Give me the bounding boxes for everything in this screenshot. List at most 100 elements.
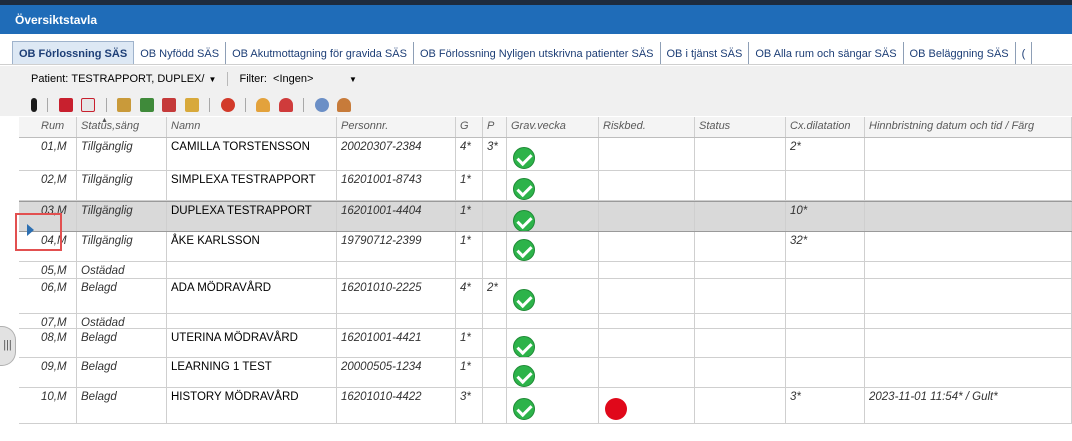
tab-3[interactable]: OB Förlossning Nyligen utskrivna patient… bbox=[414, 42, 661, 64]
cell-g: 3* bbox=[456, 388, 483, 423]
tab-0[interactable]: OB Förlossning SÄS bbox=[12, 41, 135, 64]
cell-cx: 10* bbox=[786, 202, 865, 231]
cell-hinn bbox=[865, 171, 1072, 200]
cell-rum: 10,M bbox=[19, 388, 77, 423]
calendar-icon[interactable] bbox=[58, 97, 73, 112]
table-row[interactable]: 02,M Tillgänglig SIMPLEXA TESTRAPPORT 16201… bbox=[19, 171, 1072, 201]
column-header-g[interactable]: G bbox=[456, 117, 483, 137]
cell-p: 2* bbox=[483, 279, 507, 313]
table-row[interactable]: 03,M Tillgänglig DUPLEXA TESTRAPPORT 162010… bbox=[19, 201, 1072, 232]
patient-dropdown[interactable]: TESTRAPPORT, DUPLEX/▼ bbox=[71, 73, 216, 85]
table-row[interactable]: 05,M Ostädad bbox=[19, 262, 1072, 279]
column-header-st[interactable]: Status bbox=[695, 117, 786, 137]
cell-risk bbox=[599, 138, 695, 170]
cell-namn bbox=[167, 314, 337, 328]
check-icon bbox=[513, 239, 535, 261]
cell-g: 4* bbox=[456, 138, 483, 170]
filter-dropdown[interactable]: <Ingen> ▼ bbox=[273, 73, 357, 85]
cell-status: Belagd bbox=[77, 329, 167, 357]
filter-bar: Patient: TESTRAPPORT, DUPLEX/▼ Filter: <… bbox=[0, 66, 1072, 92]
cell-g bbox=[456, 314, 483, 328]
column-header-risk[interactable]: Riskbed. bbox=[599, 117, 695, 137]
cell-risk bbox=[599, 358, 695, 387]
table-row[interactable]: 07,M Ostädad bbox=[19, 314, 1072, 329]
cell-cx bbox=[786, 279, 865, 313]
column-header-namn[interactable]: Namn bbox=[167, 117, 337, 137]
tab-6[interactable]: OB Beläggning SÄS bbox=[904, 42, 1016, 64]
cell-grav bbox=[507, 202, 599, 231]
tab-1[interactable]: OB Nyfödd SÄS bbox=[134, 42, 227, 64]
column-header-hinn[interactable]: Hinnbristning datum och tid / Färg bbox=[865, 117, 1072, 137]
column-header-rum[interactable]: Rum bbox=[19, 117, 77, 137]
tab-2[interactable]: OB Akutmottagning för gravida SÄS bbox=[226, 42, 414, 64]
column-header-personnr[interactable]: Personnr. bbox=[337, 117, 456, 137]
check-icon bbox=[513, 288, 535, 311]
side-panel-handle[interactable]: ||| bbox=[0, 326, 16, 366]
table-row[interactable]: 10,M Belagd HISTORY MÖDRAVÅRD 16201010-4422… bbox=[19, 388, 1072, 424]
cell-status: Tillgänglig bbox=[77, 171, 167, 200]
cell-st bbox=[695, 314, 786, 328]
column-header-p[interactable]: P bbox=[483, 117, 507, 137]
grid-header: Rum Status,säng Namn Personnr. G P Grav.vecka R… bbox=[19, 117, 1072, 138]
cell-rum: 02,M bbox=[19, 171, 77, 200]
baby-icon[interactable] bbox=[314, 97, 329, 112]
cell-status: Tillgänglig bbox=[77, 138, 167, 170]
cell-p bbox=[483, 171, 507, 200]
cell-risk bbox=[599, 262, 695, 278]
woman-icon[interactable] bbox=[337, 97, 352, 112]
document-icon[interactable] bbox=[81, 97, 96, 112]
cell-grav bbox=[507, 262, 599, 278]
separator bbox=[303, 97, 305, 112]
tab-4[interactable]: OB i tjänst SÄS bbox=[661, 42, 750, 64]
tools-icon[interactable] bbox=[117, 97, 132, 112]
cell-g: 1* bbox=[456, 171, 483, 200]
cell-rum: 05,M bbox=[19, 262, 77, 278]
window-title: Översiktstavla bbox=[0, 5, 1072, 34]
tab-7[interactable]: ( bbox=[1016, 42, 1033, 64]
cell-namn: UTERINA MÖDRAVÅRD bbox=[167, 329, 337, 357]
cell-st bbox=[695, 232, 786, 261]
folder-icon[interactable] bbox=[184, 97, 199, 112]
check-icon bbox=[513, 146, 535, 169]
lifebuoy-icon[interactable] bbox=[220, 97, 235, 112]
tab-5[interactable]: OB Alla rum och sängar SÄS bbox=[749, 42, 904, 64]
toolbar bbox=[0, 92, 1072, 116]
cell-status: Ostädad bbox=[77, 262, 167, 278]
cell-p bbox=[483, 358, 507, 387]
chart-red-icon[interactable] bbox=[162, 97, 177, 112]
column-header-cx[interactable]: Cx.dilatation bbox=[786, 117, 865, 137]
cell-g: 4* bbox=[456, 279, 483, 313]
filter-label: Filter: bbox=[239, 72, 267, 85]
cell-rum: 01,M bbox=[19, 138, 77, 170]
cell-st bbox=[695, 171, 786, 200]
cell-st bbox=[695, 262, 786, 278]
table-row[interactable]: 04,M Tillgänglig ÅKE KARLSSON 19790712-2399… bbox=[19, 232, 1072, 262]
table-row[interactable]: 01,M Tillgänglig CAMILLA TORSTENSSON 200203… bbox=[19, 138, 1072, 171]
cell-personnr: 16201001-4404 bbox=[337, 202, 456, 231]
patient-value: TESTRAPPORT, DUPLEX/ bbox=[71, 72, 205, 85]
person-orange-icon[interactable] bbox=[256, 97, 271, 112]
cell-rum: 08,M bbox=[19, 329, 77, 357]
cell-p bbox=[483, 232, 507, 261]
cell-namn: HISTORY MÖDRAVÅRD bbox=[167, 388, 337, 423]
figure-icon[interactable] bbox=[31, 97, 37, 112]
table-row[interactable]: 06,M Belagd ADA MÖDRAVÅRD 16201010-2225 4* 2* bbox=[19, 279, 1072, 314]
cell-cx bbox=[786, 314, 865, 328]
column-header-status[interactable]: Status,säng bbox=[77, 117, 167, 137]
cell-cx: 2* bbox=[786, 138, 865, 170]
cell-grav bbox=[507, 279, 599, 313]
chart-icon[interactable] bbox=[139, 97, 154, 112]
cell-namn: CAMILLA TORSTENSSON bbox=[167, 138, 337, 170]
table-row[interactable]: 09,M Belagd LEARNING 1 TEST 20000505-1234 1* bbox=[19, 358, 1072, 388]
cell-grav bbox=[507, 358, 599, 387]
cell-namn: ADA MÖDRAVÅRD bbox=[167, 279, 337, 313]
cell-risk bbox=[599, 314, 695, 328]
separator bbox=[105, 97, 107, 112]
column-header-grav[interactable]: Grav.vecka bbox=[507, 117, 599, 137]
person-red-icon[interactable] bbox=[278, 97, 293, 112]
cell-st bbox=[695, 388, 786, 423]
table-row[interactable]: 08,M Belagd UTERINA MÖDRAVÅRD 16201001-4421… bbox=[19, 329, 1072, 358]
cell-risk bbox=[599, 202, 695, 231]
cell-rum: 07,M bbox=[19, 314, 77, 328]
chevron-down-icon: ▼ bbox=[208, 74, 217, 84]
